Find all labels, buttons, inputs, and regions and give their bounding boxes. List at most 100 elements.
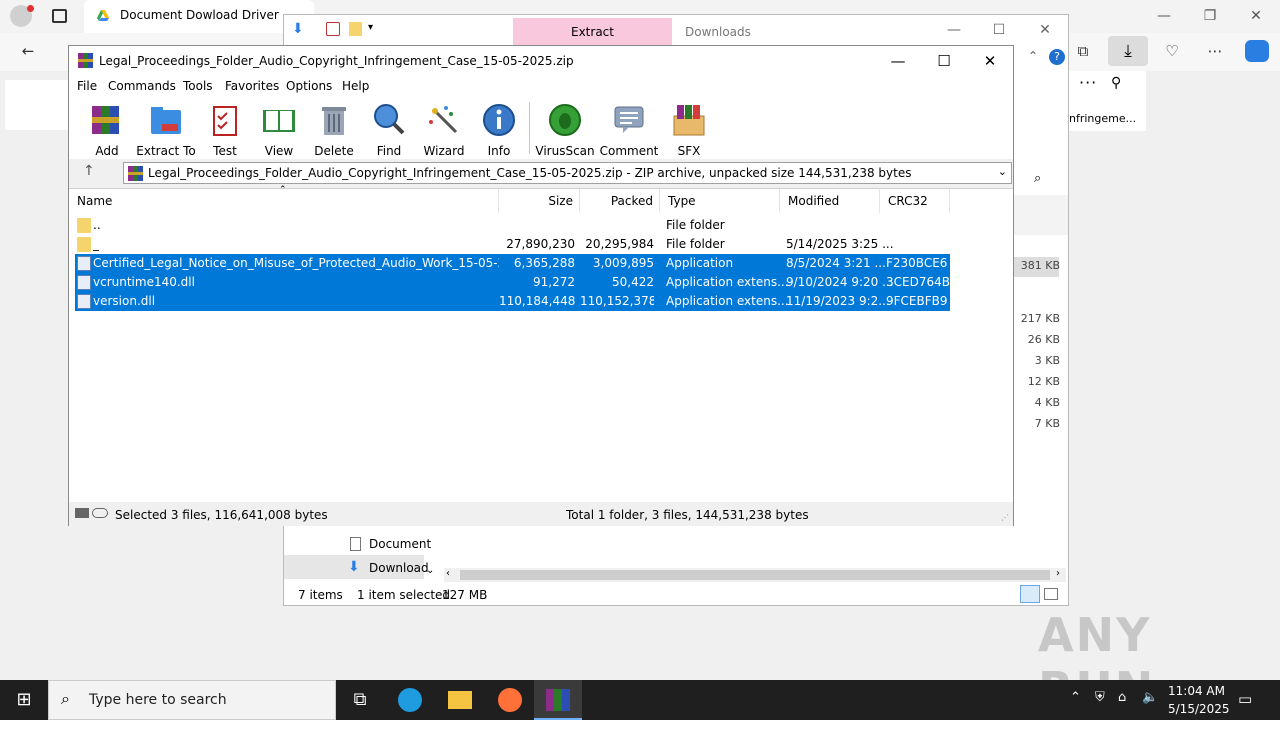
find-button[interactable]: Find [359, 102, 419, 158]
page-card [5, 80, 70, 130]
browser-restore-button[interactable]: ❐ [1200, 6, 1220, 26]
status-total: Total 1 folder, 3 files, 144,531,238 byt… [566, 508, 809, 522]
row-name: version.dll [93, 294, 156, 308]
row-type: Application [666, 256, 734, 270]
scroll-left-icon[interactable]: ‹ [446, 568, 450, 579]
nav-item-downloads[interactable]: Download [369, 561, 429, 575]
column-header-packed[interactable]: Packed [580, 189, 660, 213]
scrollbar-thumb[interactable] [460, 570, 1050, 580]
wizard-button[interactable]: Wizard [414, 102, 474, 158]
winrar-minimize-button[interactable]: — [875, 46, 921, 76]
downloads-button[interactable]: ⤓ [1108, 36, 1148, 66]
scroll-right-icon[interactable]: › [1056, 568, 1060, 579]
row-modified: 11/19/2023 9:2... [786, 294, 890, 308]
task-view-icon[interactable]: ⧉ [336, 680, 384, 720]
security-icon[interactable]: ⛨ [1095, 690, 1105, 730]
row-packed: 3,009,895 [592, 256, 654, 270]
new-folder-icon[interactable] [349, 22, 362, 36]
start-windows-icon[interactable]: ⊞ [0, 680, 48, 720]
browser-tab-active[interactable]: Document Dowload Driver [84, 0, 314, 33]
table-row[interactable]: .. File folder [75, 216, 950, 235]
up-arrow-icon[interactable]: ↑ [83, 163, 95, 179]
help-icon[interactable]: ? [1049, 49, 1065, 65]
menu-commands[interactable]: Commands [108, 79, 176, 93]
nav-item-documents[interactable]: Document [369, 537, 431, 551]
back-icon[interactable]: ← [15, 40, 41, 62]
notifications-icon[interactable]: ▭ [1238, 690, 1252, 730]
info-button[interactable]: Info [469, 102, 529, 158]
menu-tools[interactable]: Tools [183, 79, 213, 93]
table-row[interactable]: Certified_Legal_Notice_on_Misuse_of_Prot… [75, 254, 950, 273]
column-header-modified[interactable]: Modified [780, 189, 880, 213]
browser-close-button[interactable]: ✕ [1246, 6, 1266, 26]
file-explorer-icon[interactable] [436, 680, 484, 720]
volume-icon[interactable]: 🔈 [1142, 690, 1158, 730]
menu-favorites[interactable]: Favorites [225, 79, 279, 93]
explorer-status-bar: 7 items 1 item selected 127 MB [284, 585, 1068, 606]
collections-icon[interactable]: ⧉ [1070, 40, 1096, 62]
test-label: Test [213, 144, 237, 158]
view-button[interactable]: View [249, 102, 309, 158]
status-item-count: 7 items [298, 588, 343, 602]
row-size: 27,890,230 [506, 237, 575, 251]
more-icon[interactable]: ⋯ [1202, 40, 1228, 62]
delete-button[interactable]: Delete [304, 102, 364, 158]
test-button[interactable]: Test [195, 102, 255, 158]
download-item-name[interactable]: nfringeme... [1069, 112, 1136, 125]
network-icon[interactable]: ⌂ [1118, 690, 1126, 730]
extract-folder-icon [151, 107, 181, 134]
explorer-close-button[interactable]: ✕ [1031, 18, 1059, 42]
add-label: Add [95, 144, 119, 158]
chevron-down-icon[interactable]: ⌄ [426, 565, 434, 576]
sfx-button[interactable]: SFX [659, 102, 719, 158]
winrar-maximize-button[interactable]: ☐ [921, 46, 967, 76]
browser-minimize-button[interactable]: — [1154, 6, 1174, 26]
menu-help[interactable]: Help [342, 79, 369, 93]
tab-extract[interactable]: Extract [513, 18, 672, 46]
chevron-down-icon[interactable]: ⌄ [998, 165, 1007, 178]
file-size: 26 KB [1027, 333, 1060, 346]
winrar-close-button[interactable]: ✕ [967, 46, 1013, 76]
chevron-up-icon[interactable]: ⌃ [1028, 49, 1038, 63]
table-row[interactable]: vcruntime140.dll 91,272 50,422 Applicati… [75, 273, 950, 292]
folder-icon [77, 237, 91, 252]
health-icon[interactable]: ♡ [1159, 40, 1185, 62]
chevron-down-icon[interactable]: ▾ [368, 22, 373, 33]
tab-actions-icon[interactable] [52, 9, 67, 23]
firefox-icon[interactable] [486, 680, 534, 720]
comment-button[interactable]: Comment [599, 102, 659, 158]
properties-icon[interactable] [326, 22, 340, 36]
pin-icon[interactable]: ⚲ [1111, 75, 1121, 91]
column-header-size[interactable]: Size [499, 189, 580, 213]
table-row[interactable]: _ 27,890,230 20,295,984 File folder 5/14… [75, 235, 950, 254]
explorer-maximize-button[interactable]: ☐ [985, 18, 1013, 42]
large-icons-view-icon[interactable] [1044, 588, 1058, 600]
extract-to-button[interactable]: Extract To [136, 102, 196, 158]
column-header-crc32[interactable]: CRC32 [880, 189, 950, 213]
more-options-icon[interactable]: ··· [1079, 73, 1097, 92]
horizontal-scrollbar[interactable]: ‹ › [444, 568, 1066, 582]
virusscan-button[interactable]: VirusScan [535, 102, 595, 158]
details-view-icon[interactable] [1020, 585, 1040, 603]
row-size: 91,272 [533, 275, 575, 289]
taskbar-search-box[interactable]: ⌕ Type here to search [48, 680, 336, 720]
add-button[interactable]: Add [77, 102, 137, 158]
edge-icon[interactable] [386, 680, 434, 720]
address-field[interactable]: Legal_Proceedings_Folder_Audio_Copyright… [123, 162, 1012, 184]
trash-icon [322, 107, 346, 135]
notification-dot [27, 5, 34, 12]
column-header-type[interactable]: Type [660, 189, 780, 213]
chevron-up-icon[interactable]: ⌃ [1070, 690, 1081, 730]
comment-icon [614, 106, 644, 133]
table-row[interactable]: version.dll 110,184,448 110,152,378 Appl… [75, 292, 950, 311]
clock-date[interactable]: 5/15/2025 [1168, 702, 1230, 742]
resize-grip-icon[interactable]: ⋰ [1001, 513, 1009, 522]
search-icon[interactable]: ⌕ [1034, 171, 1041, 186]
explorer-minimize-button[interactable]: — [940, 18, 968, 42]
menu-options[interactable]: Options [286, 79, 332, 93]
download-arrow-icon[interactable]: ⬇ [292, 21, 304, 37]
menu-file[interactable]: File [77, 79, 97, 93]
winrar-taskbar-icon[interactable] [534, 680, 582, 720]
winrar-app-icon [78, 53, 93, 68]
copilot-icon[interactable] [1245, 40, 1269, 62]
